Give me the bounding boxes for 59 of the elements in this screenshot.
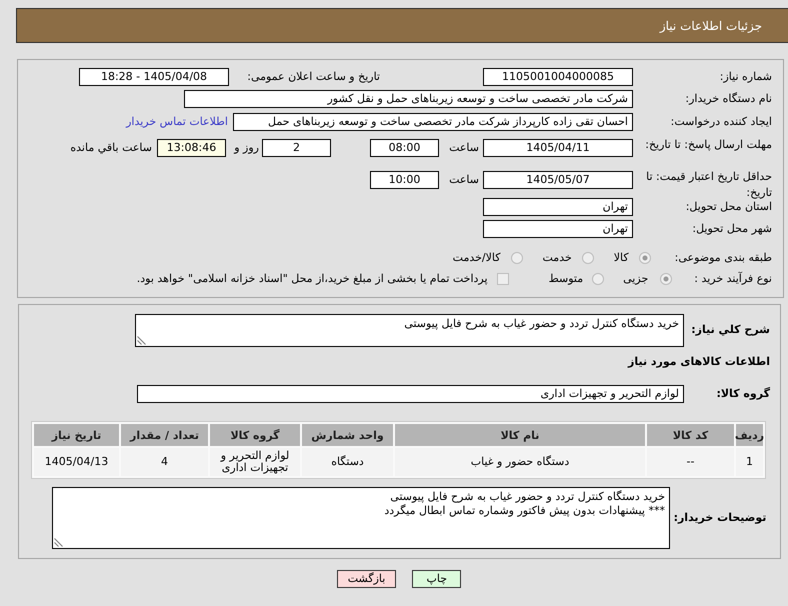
requester-field[interactable]: احسان تقی زاده کارپرداز شرکت مادر تخصصی ساخت و توسعه زیربناهای حمل (233, 113, 633, 131)
province-field[interactable]: تهران (483, 198, 633, 216)
page-title: جزئیات اطلاعات نیاز (660, 18, 762, 32)
field-label: شهر محل تحویل: (691, 221, 772, 237)
radio-label: کالا (614, 250, 629, 266)
countdown-field[interactable]: 13:08:46 (157, 139, 226, 157)
description-box[interactable]: خرید دستگاه کنترل تردد و حضور غیاب به شرح فایل پیوستی (135, 314, 684, 346)
table-cell: 1405/04/13 (34, 448, 119, 476)
column-header: نام کالا (395, 424, 645, 446)
city-field[interactable]: تهران (483, 220, 633, 238)
date-field[interactable]: 1405/05/07 (483, 171, 633, 189)
radio-label: کالا/خدمت (452, 250, 500, 266)
field-label: نوع فرآیند خرید : (694, 270, 772, 287)
time-field[interactable]: 08:00 (370, 139, 439, 157)
field-label: شرح کلي نياز: (690, 322, 770, 338)
column-header: گروه کالا (210, 424, 300, 446)
section-heading: اطلاعات کالاهای مورد نیاز (626, 355, 770, 369)
radio-label: جزیی (623, 271, 648, 287)
field-label: شماره نیاز: (718, 69, 772, 85)
back-button[interactable]: بازگشت (336, 570, 396, 588)
date-field[interactable]: 1405/04/11 (483, 139, 633, 157)
table-cell: -- (647, 448, 734, 476)
resize-grip-icon[interactable] (137, 336, 146, 344)
print-button[interactable]: چاپ (412, 570, 462, 588)
days-field[interactable]: 2 (262, 139, 331, 157)
field-label: ساعت باقي مانده (70, 140, 152, 156)
field-label: استان محل تحویل: (684, 199, 772, 215)
field-label: توضیحات خریدار: (672, 510, 768, 526)
goods-group-field[interactable]: لوازم التحریر و تجهیزات اداری (137, 385, 684, 403)
field-label: ایجاد کننده درخواست: (670, 114, 772, 130)
table-cell: 4 (121, 448, 208, 476)
organization-field[interactable]: شرکت مادر تخصصی ساخت و توسعه زیربناهای حمل و نقل کشور (184, 90, 633, 108)
table-cell: دستگاه حضور و غیاب (395, 448, 645, 476)
column-header: تاریخ نیاز (34, 424, 119, 446)
field-label: ساعت (448, 172, 479, 188)
radio-label: خدمت (542, 250, 572, 266)
column-header: ردیف (736, 424, 763, 446)
field-label: حداقل تاریخ اعتبار قیمت: تا تاریخ: (645, 169, 772, 201)
table-cell: 1 (736, 448, 763, 476)
column-header: کد کالا (647, 424, 734, 446)
time-field[interactable]: 10:00 (370, 171, 439, 189)
column-header: تعداد / مقدار (121, 424, 208, 446)
field-label: تاریخ و ساعت اعلان عمومی: (246, 69, 380, 85)
field-label: نام دستگاه خریدار: (684, 91, 772, 107)
checkbox-label: پرداخت تمام یا بخشی از مبلغ خرید،از محل "اسناد خزانه اسلامی" خواهد بود. (136, 271, 488, 287)
field-label: مهلت ارسال پاسخ: تا تاریخ: (644, 137, 772, 153)
field-label: روز و (232, 140, 259, 156)
table-cell: لوازم التحریر و تجهیزات اداری (210, 448, 300, 476)
radio-label: متوسط (548, 271, 584, 287)
contact-link[interactable]: اطلاعات تماس خریدار (126, 113, 228, 131)
table-cell: دستگاه (302, 448, 393, 476)
field-label: گروه کالا: (715, 386, 770, 402)
resize-grip-icon[interactable] (54, 538, 63, 547)
field-label: طبقه بندی موضوعی: (674, 250, 772, 266)
column-header: واحد شمارش (302, 424, 393, 446)
need-number-field[interactable]: 1105001004000085 (483, 68, 633, 86)
field-label: ساعت (448, 140, 479, 156)
notes-box[interactable]: خرید دستگاه کنترل تردد و حضور غیاب به شرح فایل پیوستی *** پیشنهادات بدون پیش فاکتور وشماره تماس ابطال میگردد (52, 487, 670, 549)
date-time-field[interactable]: 1405/04/08 - 18:28 (79, 68, 229, 86)
